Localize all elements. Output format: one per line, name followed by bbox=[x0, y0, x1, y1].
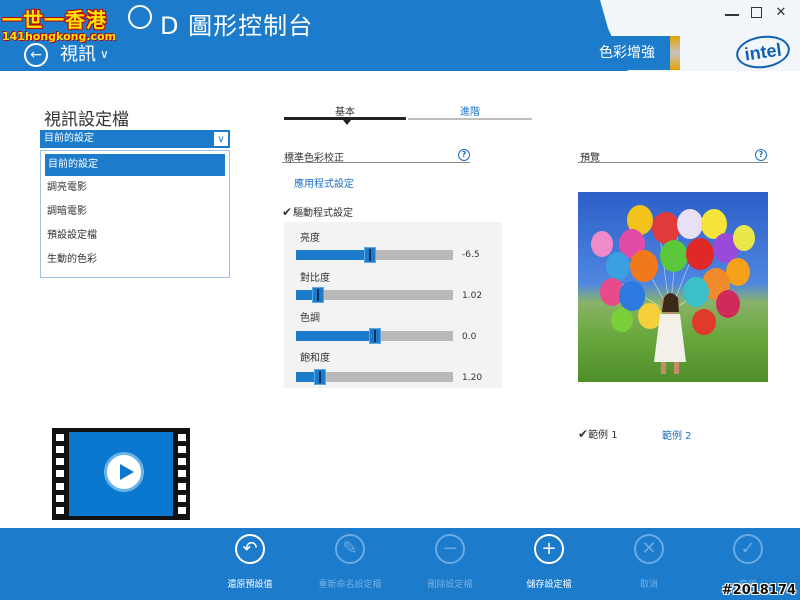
profile-dropdown[interactable]: 目前的設定 ∨ bbox=[40, 130, 230, 148]
sample-2-link[interactable]: 範例 2 bbox=[662, 427, 692, 442]
minimize-button[interactable] bbox=[725, 6, 739, 16]
pencil-icon: ✎ bbox=[335, 534, 365, 564]
checkmark-icon: ✓ bbox=[733, 534, 763, 564]
section-label: 視訊 bbox=[60, 44, 96, 65]
standard-color-divider bbox=[282, 162, 470, 163]
close-icon: ✕ bbox=[634, 534, 664, 564]
contrast-slider[interactable] bbox=[296, 287, 453, 303]
rename-profile-button[interactable]: ✎ 重新命名設定檔 bbox=[305, 534, 395, 590]
hue-slider[interactable] bbox=[296, 328, 453, 344]
profile-option-default[interactable]: 預設設定檔 bbox=[41, 224, 229, 248]
chevron-down-icon[interactable]: ∨ bbox=[213, 131, 229, 147]
color-enhancement-tab[interactable]: 色彩增強 bbox=[578, 36, 676, 70]
help-icon[interactable]: ? bbox=[755, 149, 767, 161]
maximize-button[interactable] bbox=[751, 7, 762, 18]
tab-advanced-indicator bbox=[408, 118, 532, 120]
section-selector[interactable]: 視訊 ∨ bbox=[60, 40, 109, 66]
profile-option-brighten[interactable]: 調亮電影 bbox=[41, 176, 229, 200]
hue-label: 色調 bbox=[300, 313, 320, 324]
brightness-label: 亮度 bbox=[300, 233, 320, 244]
watermark-logo-circle bbox=[128, 5, 152, 29]
film-perforations-right bbox=[178, 434, 188, 514]
save-profile-button[interactable]: + 儲存設定檔 bbox=[504, 534, 594, 590]
save-profile-label: 儲存設定檔 bbox=[526, 580, 572, 590]
bottom-toolbar: ↶ 還原預設值 ✎ 重新命名設定檔 − 刪除設定檔 + 儲存設定檔 ✕ 取消 ✓… bbox=[0, 528, 800, 600]
checkmark-icon: ✔ bbox=[578, 427, 589, 441]
profile-option-darken[interactable]: 調暗電影 bbox=[41, 200, 229, 224]
help-icon[interactable]: ? bbox=[458, 149, 470, 161]
plus-icon: + bbox=[534, 534, 564, 564]
preview-image bbox=[578, 192, 768, 382]
enhance-tab-stripe bbox=[670, 36, 680, 70]
profile-dropdown-value: 目前的設定 bbox=[44, 133, 94, 144]
tab-basic[interactable]: 基本 bbox=[284, 103, 406, 118]
delete-profile-label: 刪除設定檔 bbox=[427, 580, 473, 590]
cancel-label: 取消 bbox=[639, 580, 658, 590]
profile-options-list: 目前的設定 調亮電影 調暗電影 預設設定檔 生動的色彩 bbox=[40, 150, 230, 278]
brightness-value: -6.5 bbox=[462, 250, 480, 260]
slider-thumb[interactable] bbox=[364, 247, 376, 263]
film-screen bbox=[69, 432, 173, 516]
profile-option-current[interactable]: 目前的設定 bbox=[45, 154, 225, 176]
app-header: 一世一香港 141hongkong.com D 圖形控制台 ← 視訊 ∨ ✕ 色彩… bbox=[0, 0, 800, 71]
slider-fill bbox=[296, 250, 370, 260]
sample-1-option[interactable]: ✔範例 1 bbox=[578, 426, 618, 441]
chevron-down-icon: ∨ bbox=[100, 47, 109, 61]
color-sliders-panel: 亮度 -6.5 對比度 1.02 色調 0.0 飽和度 1.20 bbox=[284, 222, 502, 388]
profile-option-vivid[interactable]: 生動的色彩 bbox=[41, 248, 229, 272]
cancel-button[interactable]: ✕ 取消 bbox=[604, 534, 694, 590]
sample-1-label: 範例 1 bbox=[588, 430, 618, 441]
saturation-value: 1.20 bbox=[462, 373, 483, 383]
video-film-icon bbox=[52, 428, 190, 520]
film-perforations-left bbox=[56, 434, 66, 514]
contrast-label: 對比度 bbox=[300, 273, 330, 284]
saturation-slider[interactable] bbox=[296, 369, 453, 385]
slider-thumb[interactable] bbox=[314, 369, 326, 385]
play-icon bbox=[104, 452, 144, 492]
brightness-slider[interactable] bbox=[296, 247, 453, 263]
checkmark-icon: ✔ bbox=[282, 205, 293, 219]
hue-value: 0.0 bbox=[462, 332, 477, 342]
contrast-value: 1.02 bbox=[462, 291, 483, 301]
window-controls: ✕ bbox=[725, 6, 788, 20]
back-arrow-icon[interactable]: ← bbox=[24, 43, 48, 67]
app-settings-link[interactable]: 應用程式設定 bbox=[294, 175, 354, 190]
delete-profile-button[interactable]: − 刪除設定檔 bbox=[405, 534, 495, 590]
rename-profile-label: 重新命名設定檔 bbox=[318, 580, 382, 590]
minus-icon: − bbox=[435, 534, 465, 564]
apply-button[interactable]: ✓ 套用 bbox=[703, 534, 793, 590]
app-title: D 圖形控制台 bbox=[160, 12, 314, 40]
close-button[interactable]: ✕ bbox=[774, 6, 788, 20]
balloons-photo bbox=[591, 205, 755, 374]
preview-divider bbox=[578, 162, 768, 163]
slider-fill bbox=[296, 331, 375, 341]
tab-pointer-icon bbox=[343, 120, 351, 125]
driver-settings-label: 驅動程式設定 bbox=[293, 208, 354, 219]
saturation-label: 飽和度 bbox=[300, 353, 330, 364]
undo-icon: ↶ bbox=[235, 534, 265, 564]
slider-thumb[interactable] bbox=[369, 328, 381, 344]
watermark-text: 一世一香港 bbox=[2, 8, 107, 32]
watermark-stamp: #2018174 bbox=[721, 583, 796, 598]
restore-defaults-button[interactable]: ↶ 還原預設值 bbox=[205, 534, 295, 590]
restore-defaults-label: 還原預設值 bbox=[227, 580, 273, 590]
driver-settings-option[interactable]: ✔驅動程式設定 bbox=[282, 204, 353, 219]
slider-thumb[interactable] bbox=[312, 287, 324, 303]
profile-title: 視訊設定檔 bbox=[44, 110, 129, 130]
tab-advanced[interactable]: 進階 bbox=[408, 103, 532, 118]
